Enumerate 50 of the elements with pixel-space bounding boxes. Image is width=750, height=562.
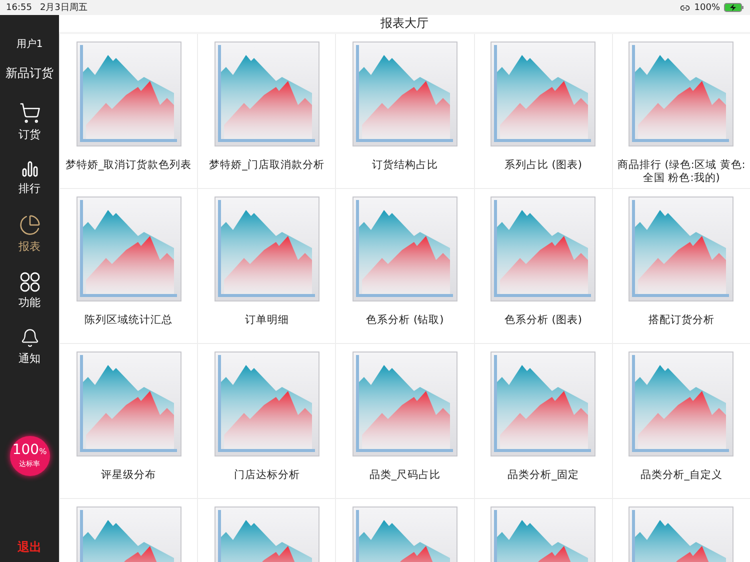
user-name: 用户1 (16, 38, 43, 51)
report-tile[interactable]: 订货结构占比 (336, 34, 474, 188)
report-title: 搭配订货分析 (647, 314, 716, 327)
nav-item[interactable]: 功能 (18, 272, 40, 310)
cart-icon (18, 102, 40, 124)
bar-chart-icon (20, 160, 38, 178)
report-title: 门店达标分析 (232, 469, 301, 482)
report-tile[interactable]: 色系分析 (钻取) (336, 189, 474, 343)
report-title: 梦特娇_门店取消款分析 (208, 159, 326, 172)
report-tile[interactable]: 陈列区域统计汇总 (60, 189, 198, 343)
report-tile[interactable]: 系列占比 (图表) (474, 34, 612, 188)
four-circles-icon (20, 272, 40, 292)
report-title: 陈列区域统计汇总 (84, 314, 174, 327)
report-tile[interactable]: 评星级分布 (60, 344, 198, 498)
report-tile[interactable]: 品类_尺码占比 (336, 344, 474, 498)
report-tile[interactable]: 搭配订货分析 (612, 189, 750, 343)
report-title: 评星级分布 (100, 469, 158, 482)
badge-value: 100% (12, 443, 47, 459)
report-title: 系列占比 (图表) (503, 159, 583, 172)
nav-item[interactable]: 订货 (18, 102, 40, 142)
report-tile[interactable]: 梦特娇_取消订货款色列表 (60, 34, 198, 188)
report-title: 品类_尺码占比 (368, 469, 442, 482)
logout-button[interactable]: 退出 (16, 537, 44, 558)
nav-item[interactable]: 报表 (18, 214, 40, 254)
report-title: 梦特娇_取消订货款色列表 (64, 159, 193, 172)
report-tile[interactable]: 商品排行 (绿色:区域 黄色:全国 粉色:我的) (612, 34, 750, 188)
report-tile[interactable]: 订单明细 (198, 189, 336, 343)
status-date: 2月3日周五 (40, 2, 88, 14)
report-title: 商品排行 (绿色:区域 黄色:全国 粉色:我的) (616, 159, 746, 185)
report-title: 订单明细 (244, 314, 290, 327)
link-icon (680, 2, 690, 12)
report-tile[interactable]: 品类分析_自定义 (612, 344, 750, 498)
report-title: 品类分析_固定 (506, 469, 580, 482)
battery-percent: 100% (694, 2, 720, 12)
nav-item[interactable]: 通知 (18, 328, 40, 366)
report-title: 色系分析 (图表) (503, 314, 583, 327)
report-title: 品类分析_自定义 (639, 469, 724, 482)
event-name: 新品订货 (6, 65, 54, 82)
report-title: 色系分析 (钻取) (365, 314, 445, 327)
bell-icon (20, 328, 40, 348)
status-time: 16:55 (6, 2, 32, 12)
report-tile[interactable]: 色系分析 (图表) (474, 189, 612, 343)
page-title: 报表大厅 (380, 15, 428, 32)
battery-charging-icon (724, 3, 744, 12)
report-title: 订货结构占比 (370, 159, 439, 172)
pie-chart-icon (18, 214, 40, 236)
nav-item[interactable]: 排行 (18, 160, 40, 196)
report-tile[interactable]: 品类分析_固定 (474, 344, 612, 498)
report-tile[interactable]: 门店达标分析 (198, 344, 336, 498)
report-tile[interactable]: 梦特娇_门店取消款分析 (198, 34, 336, 188)
